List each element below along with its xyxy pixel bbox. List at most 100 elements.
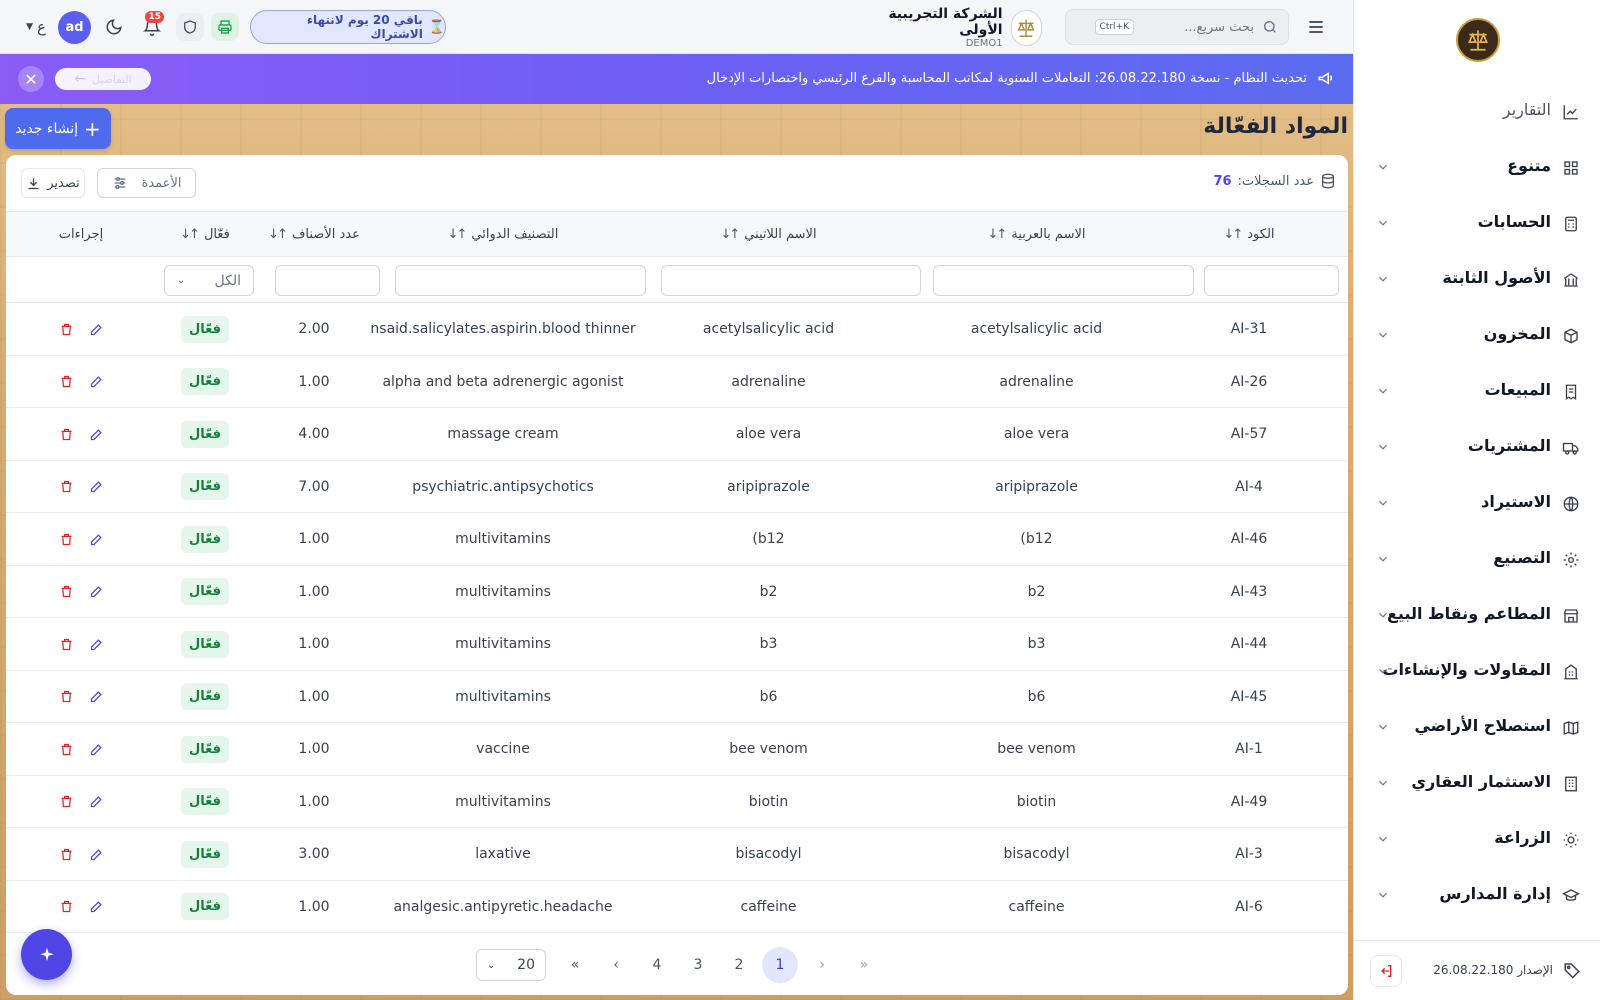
table-row[interactable]: AI-4 aripiprazole aripiprazole psychiatric.… xyxy=(6,461,1348,513)
edit-button[interactable] xyxy=(86,529,106,549)
columns-button[interactable]: الأعمدة xyxy=(97,168,196,198)
page-1-button[interactable]: 1 xyxy=(762,947,798,983)
sidebar-item[interactable]: المبيعات xyxy=(1354,364,1600,420)
delete-button[interactable] xyxy=(56,634,76,654)
edit-button[interactable] xyxy=(86,319,106,339)
print-button[interactable] xyxy=(211,13,239,41)
export-button[interactable]: تصدير xyxy=(21,168,85,198)
delete-button[interactable] xyxy=(56,844,76,864)
column-header-arabic-name[interactable]: الاسم بالعربية ↑↓ xyxy=(909,212,1164,256)
column-header-classification[interactable]: التصنيف الدوائي ↑↓ xyxy=(378,212,628,256)
search-input[interactable] xyxy=(1142,19,1254,35)
edit-button[interactable] xyxy=(86,582,106,602)
table-row[interactable]: AI-49 biotin biotin multivitamins 1.00 فعّال xyxy=(6,776,1348,828)
sidebar-item[interactable]: التقارير xyxy=(1354,84,1600,140)
delete-button[interactable] xyxy=(56,372,76,392)
sidebar-item[interactable]: استصلاح الأراضي xyxy=(1354,700,1600,756)
menu-toggle-button[interactable] xyxy=(1303,15,1329,39)
banner-details-button[interactable]: ← التفاصيل xyxy=(55,68,151,90)
page-4-button[interactable]: 4 xyxy=(639,947,675,983)
sidebar-item[interactable]: متنوع xyxy=(1354,140,1600,196)
column-header-items-count[interactable]: عدد الأصناف ↑↓ xyxy=(262,212,366,256)
sidebar-item[interactable]: الاستثمار العقاري xyxy=(1354,756,1600,812)
search-box[interactable]: Ctrl+K xyxy=(1065,9,1289,45)
chevron-down-icon xyxy=(1374,384,1390,400)
delete-button[interactable] xyxy=(56,582,76,602)
edit-button[interactable] xyxy=(86,792,106,812)
edit-button[interactable] xyxy=(86,634,106,654)
edit-button[interactable] xyxy=(86,897,106,917)
table-row[interactable]: AI-45 b6 b6 multivitamins 1.00 فعّال xyxy=(6,671,1348,723)
column-header-active[interactable]: فعّال ↑↓ xyxy=(161,212,249,256)
edit-button[interactable] xyxy=(86,687,106,707)
sidebar-item[interactable]: المشتريات xyxy=(1354,420,1600,476)
table-row[interactable]: AI-57 aloe vera aloe vera massage cream 4.00… xyxy=(6,408,1348,461)
delete-button[interactable] xyxy=(56,687,76,707)
shield-button[interactable] xyxy=(176,13,204,41)
delete-button[interactable] xyxy=(56,792,76,812)
status-badge: فعّال xyxy=(180,315,229,343)
table-row[interactable]: AI-44 b3 b3 multivitamins 1.00 فعّال xyxy=(6,618,1348,671)
sidebar-item[interactable]: الحسابات xyxy=(1354,196,1600,252)
edit-button[interactable] xyxy=(86,477,106,497)
cell-items-count: 1.00 xyxy=(298,373,330,390)
filter-classification-input[interactable] xyxy=(395,265,646,296)
filter-arabic-name-input[interactable] xyxy=(933,265,1194,296)
subscription-badge[interactable]: ⌛ باقي 20 يوم لانتهاء الاشتراك xyxy=(250,10,446,44)
delete-button[interactable] xyxy=(56,319,76,339)
delete-button[interactable] xyxy=(56,477,76,497)
notifications-button[interactable]: 15 xyxy=(138,11,166,41)
dark-mode-button[interactable] xyxy=(100,13,128,41)
language-switcher[interactable]: ▼ ع xyxy=(24,14,48,40)
app-logo[interactable] xyxy=(1456,18,1500,62)
cell-items-count: 1.00 xyxy=(298,531,330,547)
banner-message: تحديث النظام - نسخة 26.08.22.180: التعام… xyxy=(707,69,1335,87)
delete-button[interactable] xyxy=(56,739,76,759)
next-page-button[interactable]: ‹ xyxy=(598,947,634,983)
sidebar-item[interactable]: المخزون xyxy=(1354,308,1600,364)
logout-button[interactable] xyxy=(1370,955,1402,987)
sidebar-item[interactable]: الزراعة xyxy=(1354,812,1600,868)
sidebar-item[interactable]: المقاولات والإنشاءات xyxy=(1354,644,1600,700)
prev-page-button[interactable]: › xyxy=(804,947,840,983)
search-icon xyxy=(1264,21,1276,33)
table-row[interactable]: AI-1 bee venom bee venom vaccine 1.00 فعّال xyxy=(6,723,1348,776)
page-size-select[interactable]: ⌄ 20 xyxy=(476,949,546,981)
column-header-latin-name[interactable]: الاسم اللاتيني ↑↓ xyxy=(641,212,896,256)
edit-button[interactable] xyxy=(86,372,106,392)
sidebar-item[interactable]: الاستيراد xyxy=(1354,476,1600,532)
sidebar-item[interactable]: إدارة المدارس xyxy=(1354,868,1600,924)
delete-button[interactable] xyxy=(56,424,76,444)
filter-latin-name-input[interactable] xyxy=(661,265,921,296)
table-row[interactable]: AI-31 acetylsalicylic acid acetylsalicylic… xyxy=(6,303,1348,356)
page-3-button[interactable]: 3 xyxy=(680,947,716,983)
delete-button[interactable] xyxy=(56,529,76,549)
table-row[interactable]: AI-26 adrenaline adrenaline alpha and beta … xyxy=(6,356,1348,408)
company-switcher[interactable]: الشركة التجريبية الأولى DEMO1 xyxy=(862,6,1042,49)
edit-button[interactable] xyxy=(86,739,106,759)
ai-assistant-button[interactable] xyxy=(21,929,72,980)
create-new-button[interactable]: + إنشاء جديد xyxy=(5,108,111,149)
table-row[interactable]: AI-46 (b12 (b12 multivitamins 1.00 فعّال xyxy=(6,513,1348,566)
cell-classification: alpha and beta adrenergic agonist xyxy=(382,373,624,390)
table-row[interactable]: AI-6 caffeine caffeine analgesic.antipyreti… xyxy=(6,881,1348,933)
filter-code-input[interactable] xyxy=(1204,265,1339,296)
delete-button[interactable] xyxy=(56,897,76,917)
column-header-code[interactable]: الكود ↑↓ xyxy=(1181,212,1317,256)
close-banner-button[interactable]: ✕ xyxy=(18,66,44,92)
avatar[interactable]: ad xyxy=(58,11,91,44)
building-bank-icon xyxy=(1561,270,1581,290)
gear-icon xyxy=(1561,550,1581,570)
edit-button[interactable] xyxy=(86,424,106,444)
edit-button[interactable] xyxy=(86,844,106,864)
sidebar-item[interactable]: التصنيع xyxy=(1354,532,1600,588)
table-row[interactable]: AI-3 bisacodyl bisacodyl laxative 3.00 فعّال xyxy=(6,828,1348,881)
filter-status-select[interactable]: الكل ⌄ xyxy=(164,265,254,296)
first-page-button[interactable]: » xyxy=(846,947,882,983)
table-row[interactable]: AI-43 b2 b2 multivitamins 1.00 فعّال xyxy=(6,566,1348,618)
sidebar-item[interactable]: المطاعم ونقاط البيع xyxy=(1354,588,1600,644)
filter-items-count-input[interactable] xyxy=(275,265,380,296)
last-page-button[interactable]: « xyxy=(557,947,593,983)
sidebar-item[interactable]: الأصول الثابتة xyxy=(1354,252,1600,308)
page-2-button[interactable]: 2 xyxy=(721,947,757,983)
